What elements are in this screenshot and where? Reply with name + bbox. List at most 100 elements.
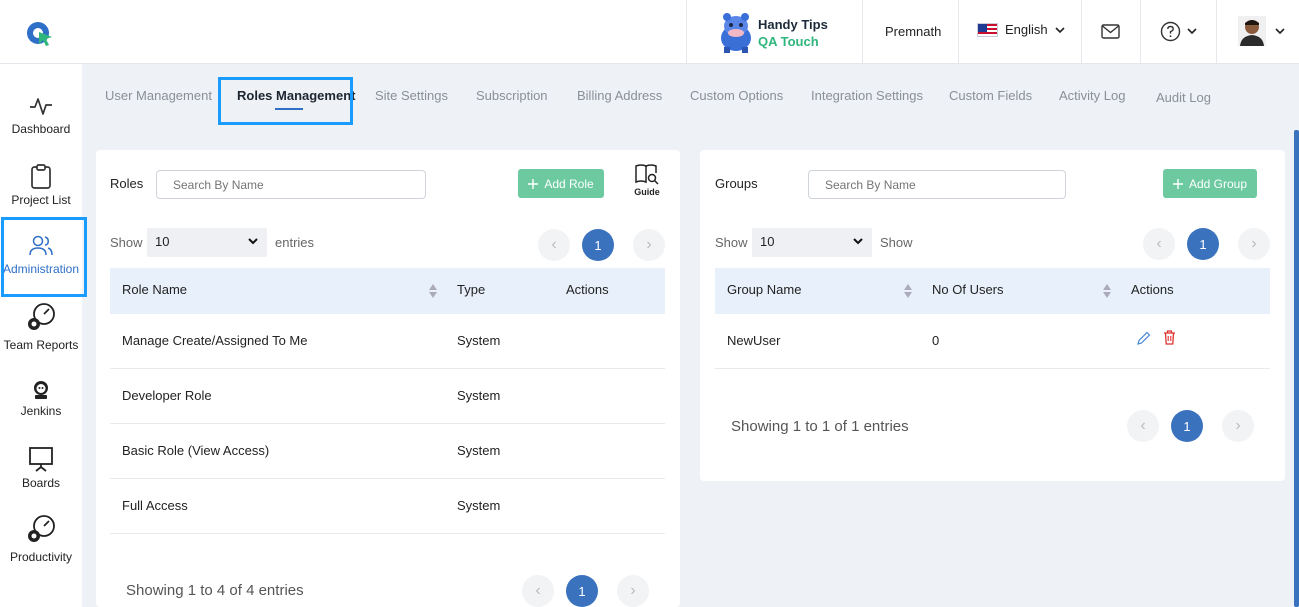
handy-tips-title: Handy Tips: [758, 17, 828, 32]
sidebar-item-team-reports[interactable]: Team Reports: [0, 302, 82, 352]
role-type-cell: System: [457, 333, 501, 348]
groups-bottom-prev-button[interactable]: ‹: [1127, 410, 1159, 442]
sidebar-item-label: Dashboard: [11, 122, 71, 136]
help-icon[interactable]: [1160, 21, 1181, 42]
activity-icon: [30, 98, 52, 115]
sidebar-item-project-list[interactable]: Project List: [0, 164, 82, 207]
mail-icon[interactable]: [1101, 24, 1120, 39]
qatouch-logo-icon[interactable]: [26, 20, 54, 46]
groups-show-label: Show: [715, 235, 748, 250]
chevron-left-icon: ‹: [1156, 235, 1162, 252]
roles-bottom-prev-button[interactable]: ‹: [522, 575, 554, 607]
sidebar-item-label: Team Reports: [3, 338, 79, 352]
chevron-left-icon: ‹: [535, 582, 541, 599]
language-label: English: [1005, 22, 1048, 37]
add-group-button[interactable]: Add Group: [1163, 169, 1257, 198]
groups-search-input[interactable]: [808, 170, 1066, 199]
column-actions: Actions: [1131, 282, 1174, 297]
tab-activity-log[interactable]: Activity Log: [1059, 88, 1125, 103]
table-row[interactable]: NewUser 0: [715, 314, 1270, 369]
avatar[interactable]: [1238, 16, 1266, 46]
table-row[interactable]: Basic Role (View Access) System: [110, 424, 665, 479]
plus-icon: [528, 178, 539, 189]
roles-entries-value: 10: [155, 234, 170, 249]
gauge-icon: [28, 303, 55, 330]
tab-site-settings[interactable]: Site Settings: [375, 88, 448, 103]
column-type: Type: [457, 282, 486, 297]
role-type-cell: System: [457, 498, 501, 513]
groups-page-1-button[interactable]: 1: [1187, 228, 1219, 260]
tab-custom-options[interactable]: Custom Options: [690, 88, 783, 103]
groups-next-page-button[interactable]: ›: [1238, 228, 1270, 260]
table-row[interactable]: Developer Role System: [110, 369, 665, 424]
roles-prev-page-button[interactable]: ‹: [538, 229, 570, 261]
chevron-left-icon: ‹: [551, 236, 557, 253]
roles-next-page-button[interactable]: ›: [633, 229, 665, 261]
sidebar-item-dashboard[interactable]: Dashboard: [0, 94, 82, 136]
sort-icon[interactable]: [1102, 283, 1112, 299]
chevron-down-icon[interactable]: [1275, 27, 1285, 35]
clipboard-icon: [31, 164, 51, 189]
header-divider: [1081, 0, 1082, 64]
roles-showing-text: Showing 1 to 4 of 4 entries: [126, 582, 304, 599]
role-name-cell: Developer Role: [122, 388, 212, 403]
column-role-name[interactable]: Role Name: [122, 282, 187, 297]
hippo-mascot-icon: [721, 13, 751, 53]
groups-bottom-page-1-button[interactable]: 1: [1171, 410, 1203, 442]
chevron-right-icon: ›: [630, 582, 636, 599]
roles-bottom-next-button[interactable]: ›: [617, 575, 649, 607]
sidebar: Dashboard Project List Administration Te…: [0, 64, 82, 607]
groups-entries-value: 10: [760, 234, 775, 249]
tab-user-management[interactable]: User Management: [105, 88, 212, 103]
tab-integration-settings[interactable]: Integration Settings: [811, 88, 923, 103]
chevron-down-icon: [853, 238, 863, 245]
language-selector[interactable]: English: [977, 22, 1065, 37]
add-role-button[interactable]: Add Role: [518, 169, 604, 198]
tab-subscription[interactable]: Subscription: [476, 88, 548, 103]
edit-pencil-icon[interactable]: [1136, 331, 1151, 346]
board-icon: [29, 447, 53, 472]
roles-search-input[interactable]: [156, 170, 426, 199]
header-divider: [958, 0, 959, 64]
sidebar-item-boards[interactable]: Boards: [0, 446, 82, 490]
chevron-right-icon: ›: [646, 236, 652, 253]
groups-bottom-next-button[interactable]: ›: [1222, 410, 1254, 442]
role-name-cell: Full Access: [122, 498, 188, 513]
handy-tips-widget[interactable]: Handy Tips QA Touch: [714, 8, 844, 56]
tab-audit-log[interactable]: Audit Log: [1156, 90, 1211, 105]
user-name[interactable]: Premnath: [885, 24, 941, 39]
column-actions: Actions: [566, 282, 609, 297]
tab-billing-address[interactable]: Billing Address: [577, 88, 662, 103]
sidebar-item-jenkins[interactable]: Jenkins: [0, 380, 82, 418]
sort-icon[interactable]: [903, 283, 913, 299]
groups-entries-label: Show: [880, 235, 913, 250]
groups-label: Groups: [715, 176, 758, 191]
jenkins-icon: [34, 381, 48, 399]
tab-custom-fields[interactable]: Custom Fields: [949, 88, 1032, 103]
book-search-icon: [635, 164, 659, 185]
roles-entries-select[interactable]: 10: [147, 228, 267, 257]
groups-table-header: Group Name No Of Users Actions: [715, 268, 1270, 314]
roles-entries-label: entries: [275, 235, 315, 250]
chevron-down-icon[interactable]: [1187, 27, 1197, 35]
groups-prev-page-button[interactable]: ‹: [1143, 228, 1175, 260]
roles-page-1-button[interactable]: 1: [582, 229, 614, 261]
groups-entries-select[interactable]: 10: [752, 228, 872, 257]
table-row[interactable]: Full Access System: [110, 479, 665, 534]
scrollbar[interactable]: [1294, 130, 1299, 607]
column-group-name[interactable]: Group Name: [727, 282, 801, 297]
sort-icon[interactable]: [428, 283, 438, 299]
roles-bottom-page-1-button[interactable]: 1: [566, 575, 598, 607]
group-name-cell: NewUser: [727, 333, 781, 348]
groups-showing-text: Showing 1 to 1 of 1 entries: [731, 418, 909, 435]
header-divider: [1216, 0, 1217, 64]
chevron-right-icon: ›: [1251, 235, 1257, 252]
sidebar-item-label: Jenkins: [20, 404, 62, 418]
guide-button[interactable]: Guide: [634, 163, 660, 197]
plus-icon: [1172, 178, 1183, 189]
sidebar-item-productivity[interactable]: Productivity: [0, 514, 82, 564]
table-row[interactable]: Manage Create/Assigned To Me System: [110, 314, 665, 369]
column-no-of-users[interactable]: No Of Users: [932, 282, 1004, 297]
active-item-highlight: [1, 217, 87, 297]
delete-trash-icon[interactable]: [1163, 330, 1176, 345]
